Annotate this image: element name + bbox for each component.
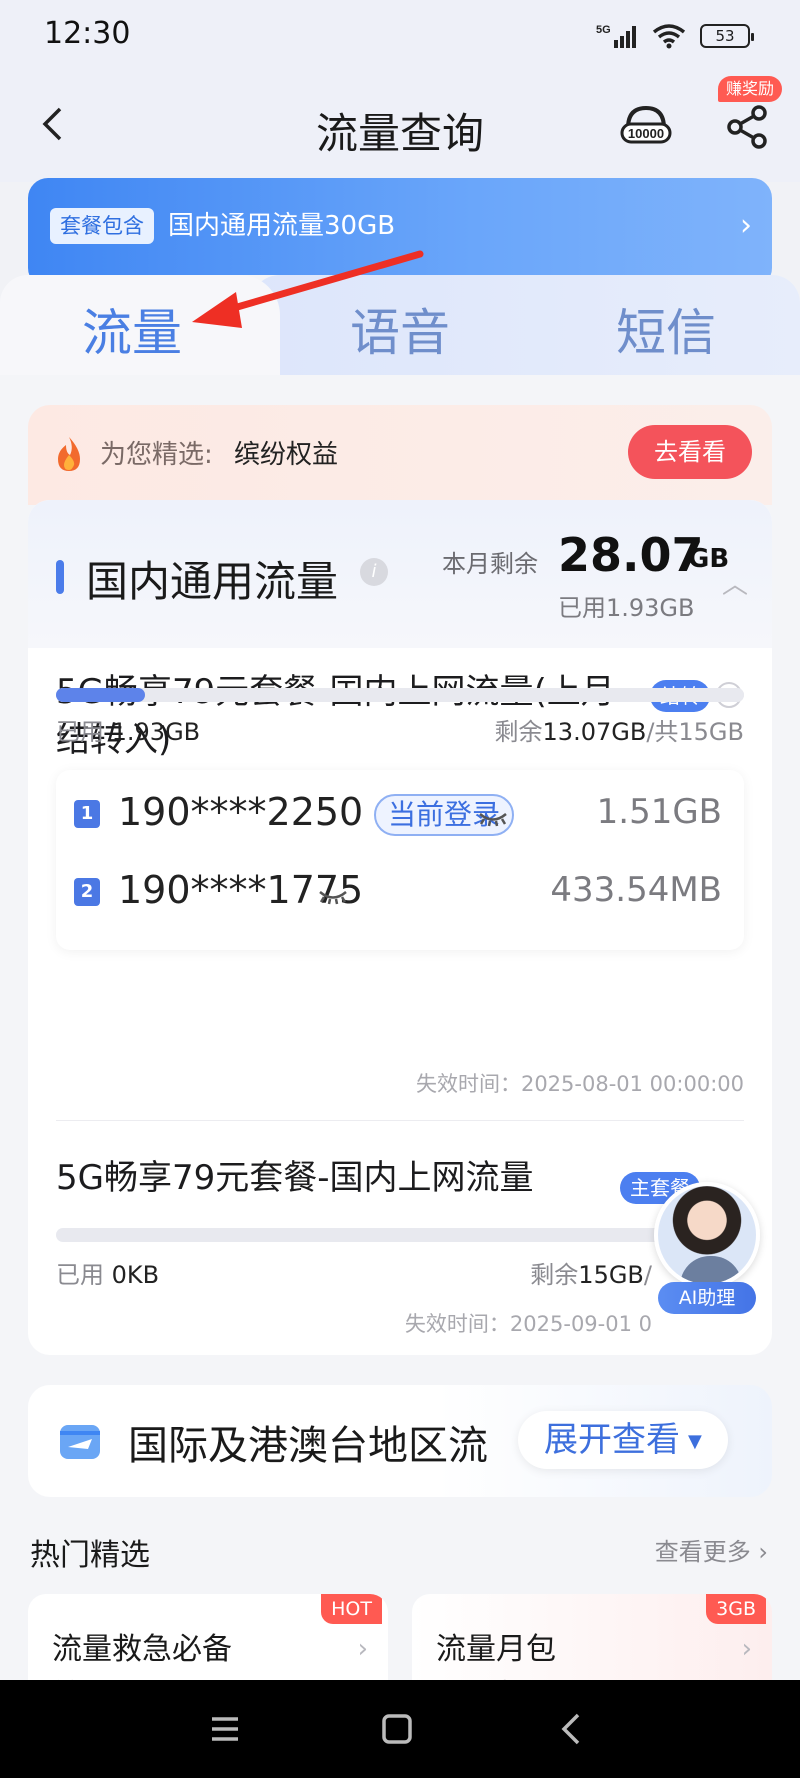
- remain-label: 本月剩余: [442, 550, 538, 578]
- annotation-arrow-icon: [192, 250, 424, 328]
- member-phone: 190****2250: [118, 790, 364, 834]
- member-list: 1 190****2250 当前登录 1.51GB 2 190****1775 …: [56, 770, 744, 950]
- member-usage: 1.51GB: [596, 792, 722, 832]
- page-title: 流量查询: [315, 109, 484, 158]
- system-nav-bar: [0, 1680, 800, 1778]
- expand-button[interactable]: 展开查看 ▼: [518, 1411, 728, 1469]
- used-value: 1.93GB: [111, 718, 201, 746]
- eye-closed-icon[interactable]: [478, 808, 508, 832]
- tab-data[interactable]: 流量: [82, 293, 182, 365]
- divider: [56, 1120, 744, 1121]
- remain-text: 剩余13.07GB/共15GB: [495, 712, 744, 747]
- headset-icon: 10000: [620, 105, 672, 144]
- service-number: 10000: [628, 126, 664, 141]
- hot-card-name: 流量月包: [436, 1632, 556, 1667]
- expire-time: 失效时间：2025-09-01 0: [404, 1312, 652, 1336]
- plan2-progress: [56, 1228, 744, 1242]
- battery-icon: 53: [700, 24, 754, 48]
- app-header: 流量查询 10000 赚奖励: [0, 72, 800, 182]
- progress-fill: [56, 688, 146, 702]
- chevron-right-icon: ›: [357, 1634, 368, 1664]
- plan1-progress: [56, 688, 744, 702]
- ai-assistant-label: AI助理: [658, 1282, 756, 1314]
- member-row: 2 190****1775 433.54MB: [56, 858, 744, 928]
- see-more-link[interactable]: 查看更多 ›: [655, 1532, 768, 1567]
- chevron-right-icon: ›: [741, 1634, 752, 1664]
- remain-label-small: 剩余: [530, 1261, 579, 1289]
- share-icon: [727, 105, 767, 149]
- remain-value-small: 15GB: [578, 1261, 644, 1289]
- hot-badge: 3GB: [706, 1594, 766, 1624]
- fire-icon: [54, 435, 84, 482]
- used-text: 已用 1.93GB: [56, 712, 200, 747]
- status-time: 12:30: [44, 16, 131, 51]
- section-title: 热门精选: [30, 1538, 150, 1573]
- member-usage: 433.54MB: [550, 870, 722, 910]
- package-text: 国内通用流量30GB: [168, 211, 396, 241]
- share-button[interactable]: [722, 102, 772, 152]
- member-index: 2: [74, 878, 100, 906]
- go-see-button[interactable]: 去看看: [628, 425, 752, 479]
- international-title: 国际及港澳台地区流: [128, 1423, 488, 1469]
- card-title: 国内通用流量: [86, 557, 339, 606]
- expire-time: 失效时间：2025-08-01 00:00:00: [415, 1072, 744, 1096]
- hot-badge: HOT: [321, 1594, 382, 1624]
- used-label: 已用: [56, 718, 104, 746]
- info-icon[interactable]: i: [360, 558, 388, 586]
- used-total: 已用1.93GB: [558, 594, 695, 622]
- used-value: 0KB: [111, 1261, 160, 1289]
- menu-icon[interactable]: [200, 1706, 250, 1752]
- plan-name: 5G畅享79元套餐-国内上网流量: [56, 1158, 534, 1198]
- promo-strip: 为您精选: 缤纷权益 去看看: [28, 405, 772, 505]
- hot-card[interactable]: 流量救急必备 低至2元/GB HOT ›: [28, 1594, 388, 1694]
- caret-down-icon: ▼: [688, 1430, 702, 1452]
- used-label: 已用: [56, 1261, 104, 1289]
- home-icon[interactable]: [372, 1706, 422, 1752]
- member-row: 1 190****2250 当前登录 1.51GB: [56, 780, 744, 850]
- member-index: 1: [74, 800, 100, 828]
- avatar: [654, 1182, 760, 1288]
- see-more-label: 查看更多: [654, 1538, 751, 1566]
- total-value: /共15GB: [646, 718, 744, 746]
- cellular-signal-icon: 5G: [596, 24, 636, 48]
- card-header[interactable]: 国内通用流量 i 本月剩余 28.07 GB 已用1.93GB ︿: [28, 500, 772, 648]
- status-bar: 12:30 5G 53: [0, 0, 800, 72]
- svg-text:5G: 5G: [596, 24, 611, 36]
- airplane-icon: [58, 1419, 102, 1463]
- hot-card[interactable]: 流量月包 9.9元起 3GB ›: [412, 1594, 772, 1694]
- hot-card-name: 流量救急必备: [52, 1632, 232, 1667]
- expand-label: 展开查看: [544, 1420, 680, 1460]
- remain-value: 28.07: [558, 528, 704, 582]
- promo-label: 为您精选:: [100, 440, 213, 470]
- back-nav-icon[interactable]: [546, 1706, 596, 1752]
- ai-assistant-button[interactable]: AI助理: [652, 1182, 762, 1322]
- tab-sms[interactable]: 短信: [616, 293, 716, 365]
- package-tag: 套餐包含: [50, 208, 154, 244]
- chevron-right-icon: ›: [740, 208, 752, 243]
- promo-value: 缤纷权益: [234, 440, 339, 470]
- reward-badge: 赚奖励: [718, 76, 783, 102]
- wifi-icon: [652, 24, 686, 49]
- eye-closed-icon[interactable]: [318, 886, 348, 910]
- remain-label-small: 剩余: [494, 718, 543, 746]
- remain-value-small: 13.07GB: [542, 718, 647, 746]
- used-text: 已用 0KB: [56, 1255, 159, 1290]
- status-icons: 5G 53: [596, 20, 754, 52]
- chevron-up-icon[interactable]: ︿: [722, 564, 748, 601]
- total-value: /: [643, 1261, 652, 1289]
- customer-service-button[interactable]: 10000: [618, 102, 674, 152]
- remain-text: 剩余15GB/: [530, 1255, 652, 1290]
- international-card: 国际及港澳台地区流 展开查看 ▼: [28, 1385, 772, 1497]
- title-accent-bar: [56, 560, 64, 594]
- chevron-right-icon: ›: [758, 1538, 768, 1566]
